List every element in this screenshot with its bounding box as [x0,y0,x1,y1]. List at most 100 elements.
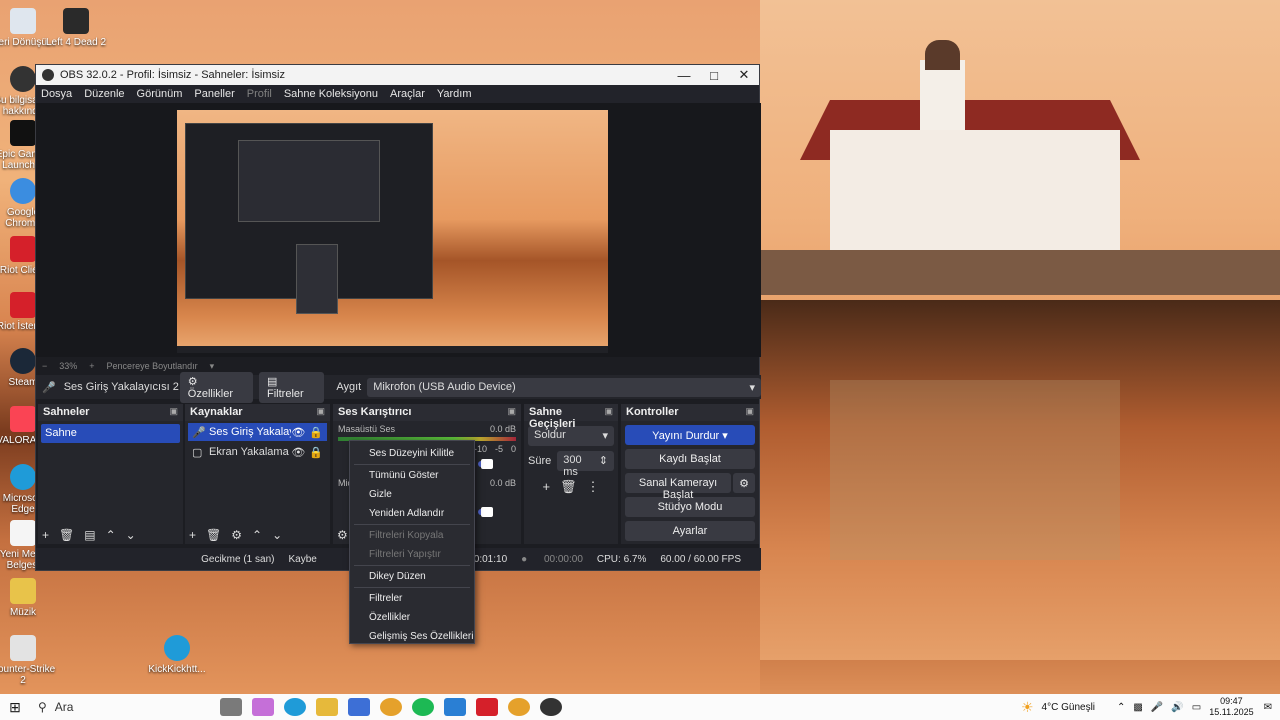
store-icon[interactable] [348,698,370,716]
lock-icon[interactable]: 🔒 [309,426,323,439]
chevron-up-icon[interactable]: ⌃ [1117,702,1125,713]
zoom-in-button[interactable]: + [89,361,94,371]
more-icon[interactable]: ⋮ [587,479,600,495]
preview-nested-window [185,123,433,314]
move-up-icon[interactable]: ⌃ [252,528,262,542]
spotify-icon[interactable] [412,698,434,716]
menu-tools[interactable]: Araçlar [390,88,425,100]
delete-transition-icon[interactable]: 🗑 [560,479,577,495]
source-item[interactable]: ▢ Ekran Yakalama 👁 🔒 [188,443,327,461]
battery-icon[interactable]: ▭ [1192,702,1201,713]
close-icon[interactable]: ✕ [729,67,759,83]
copilot-icon[interactable] [252,698,274,716]
menu-item-hide[interactable]: Gizle [350,485,474,504]
menu-item-show-all[interactable]: Tümünü Göster [350,466,474,485]
mixer-title: Ses Karıştırıcı [338,406,412,418]
preview-area[interactable] [36,103,761,357]
device-select[interactable]: Mikrofon (USB Audio Device) ▾ [367,377,762,397]
volume-slider[interactable] [478,459,493,469]
riot-icon[interactable] [476,698,498,716]
lock-icon[interactable]: 🔒 [309,446,323,459]
start-virtual-cam-button[interactable]: Sanal Kamerayı Başlat [625,473,731,501]
edge-shortcut-icon [164,635,190,661]
menu-item-rename[interactable]: Yeniden Adlandır [350,504,474,523]
speaker-icon[interactable]: 🔊 [1171,702,1183,713]
obs-icon[interactable] [540,698,562,716]
cpu-usage: CPU: 6.7% [596,553,647,565]
menu-item-vertical-layout[interactable]: Dikey Düzen [350,567,474,586]
float-icon[interactable]: ▣ [169,406,178,419]
obs-logo-icon [42,69,54,81]
selected-source-name: Ses Giriş Yakalayıcısı 2 [63,381,179,393]
delay-status: Gecikme (1 san) [201,553,275,565]
chrome-icon[interactable] [380,698,402,716]
wallpaper-lamp [925,40,960,70]
menu-edit[interactable]: Düzenle [84,88,124,100]
menu-profile[interactable]: Profil [247,88,272,100]
clock[interactable]: 09:47 15.11.2025 [1209,696,1253,718]
gear-icon[interactable]: ⚙ [733,473,755,493]
stop-stream-button[interactable]: Yayını Durdur ▾ [625,425,755,445]
riot-icon-2 [10,292,36,318]
float-icon[interactable]: ▣ [507,406,516,419]
eye-icon[interactable]: 👁 [291,446,305,459]
zoom-out-button[interactable]: − [42,361,47,371]
mail-icon[interactable] [444,698,466,716]
eye-icon[interactable]: 👁 [291,426,305,439]
cs2-icon [10,635,36,661]
file-explorer-icon[interactable] [316,698,338,716]
menu-help[interactable]: Yardım [437,88,472,100]
desktop-icon-cs2[interactable]: Counter-Strike 2 [0,635,56,686]
menu-item-filters[interactable]: Filtreler [350,589,474,608]
desktop-icon-left4dead2[interactable]: Left 4 Dead 2 [43,8,109,48]
settings-button[interactable]: Ayarlar [625,521,755,541]
edge-icon[interactable] [284,698,306,716]
maximize-icon[interactable]: □ [699,68,729,83]
float-icon[interactable]: ▣ [745,406,754,419]
menu-view[interactable]: Görünüm [137,88,183,100]
add-transition-icon[interactable]: + [542,479,550,495]
gear-icon[interactable]: ⚙ [231,528,242,542]
chevron-down-icon[interactable]: ▾ [210,361,215,372]
scene-filter-icon[interactable]: ▤ [84,528,95,542]
float-icon[interactable]: ▣ [604,406,613,419]
gear-icon[interactable]: ⚙ [337,528,348,542]
preview-canvas[interactable] [177,110,608,353]
fit-to-window-button[interactable]: Pencereye Boyutlandır [107,361,198,371]
minimize-icon[interactable]: — [669,68,699,83]
windows-start-icon[interactable]: ⊞ [0,699,30,716]
volume-slider[interactable] [478,507,493,517]
source-item[interactable]: 🎤 Ses Giriş Yakalayıcısı 2 👁 🔒 [188,423,327,441]
menu-item-lock-volume[interactable]: Ses Düzeyini Kilitle [350,444,474,463]
menu-docks[interactable]: Paneller [194,88,234,100]
filters-button[interactable]: ▤ Filtreler [259,371,325,403]
taskbar-search[interactable]: ⚲ Ara [30,696,215,718]
desktop-icon-kick[interactable]: KickKickhtt... [144,635,210,675]
menu-file[interactable]: Dosya [41,88,72,100]
chrome-icon-2[interactable] [508,698,530,716]
menu-item-properties[interactable]: Özellikler [350,608,474,627]
properties-button[interactable]: ⚙ Özellikler [179,371,253,403]
move-down-icon[interactable]: ⌄ [272,528,282,542]
start-record-button[interactable]: Kaydı Başlat [625,449,755,469]
delete-source-icon[interactable]: 🗑 [206,528,221,542]
menu-separator [354,565,470,566]
desktop-icon-music[interactable]: Müzik [0,578,56,618]
move-down-icon[interactable]: ⌄ [126,528,136,542]
microphone-icon[interactable]: 🎤 [1151,702,1163,713]
menu-item-advanced-audio[interactable]: Gelişmiş Ses Özellikleri [350,627,474,646]
sources-title: Kaynaklar [190,406,243,418]
menu-scene-collection[interactable]: Sahne Koleksiyonu [284,88,378,100]
float-icon[interactable]: ▣ [316,406,325,419]
add-source-icon[interactable]: + [189,528,196,542]
weather-text[interactable]: 4°C Güneşli [1042,702,1095,713]
network-icon[interactable]: ▩ [1133,702,1142,713]
scene-item[interactable]: Sahne [41,424,180,443]
delete-scene-icon[interactable]: 🗑 [59,528,74,542]
move-up-icon[interactable]: ⌃ [106,528,116,542]
task-view-icon[interactable] [220,698,242,716]
duration-label: Süre [528,455,552,467]
notification-icon[interactable]: ✉ [1264,702,1272,713]
duration-spinbox[interactable]: 300 ms ⇕ [557,451,614,478]
add-scene-icon[interactable]: + [42,528,49,542]
